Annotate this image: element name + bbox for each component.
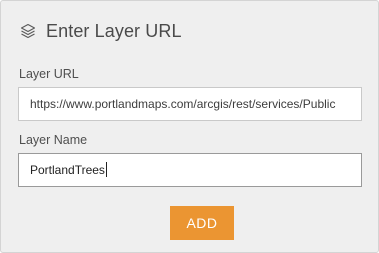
layer-url-label: Layer URL [19, 67, 79, 81]
panel-title: Enter Layer URL [46, 20, 182, 41]
layer-name-label: Layer Name [19, 133, 88, 147]
layer-name-value: PortlandTrees [30, 163, 105, 177]
layer-name-input[interactable]: PortlandTrees [18, 153, 362, 187]
text-caret [105, 162, 107, 178]
panel-header: Enter Layer URL [19, 18, 182, 44]
add-button[interactable]: ADD [170, 206, 234, 240]
enter-layer-url-panel: Enter Layer URL Layer URL https://www.po… [0, 0, 379, 253]
layer-url-input[interactable]: https://www.portlandmaps.com/arcgis/rest… [18, 87, 362, 121]
layer-url-value: https://www.portlandmaps.com/arcgis/rest… [30, 97, 336, 111]
layers-icon [19, 22, 37, 40]
